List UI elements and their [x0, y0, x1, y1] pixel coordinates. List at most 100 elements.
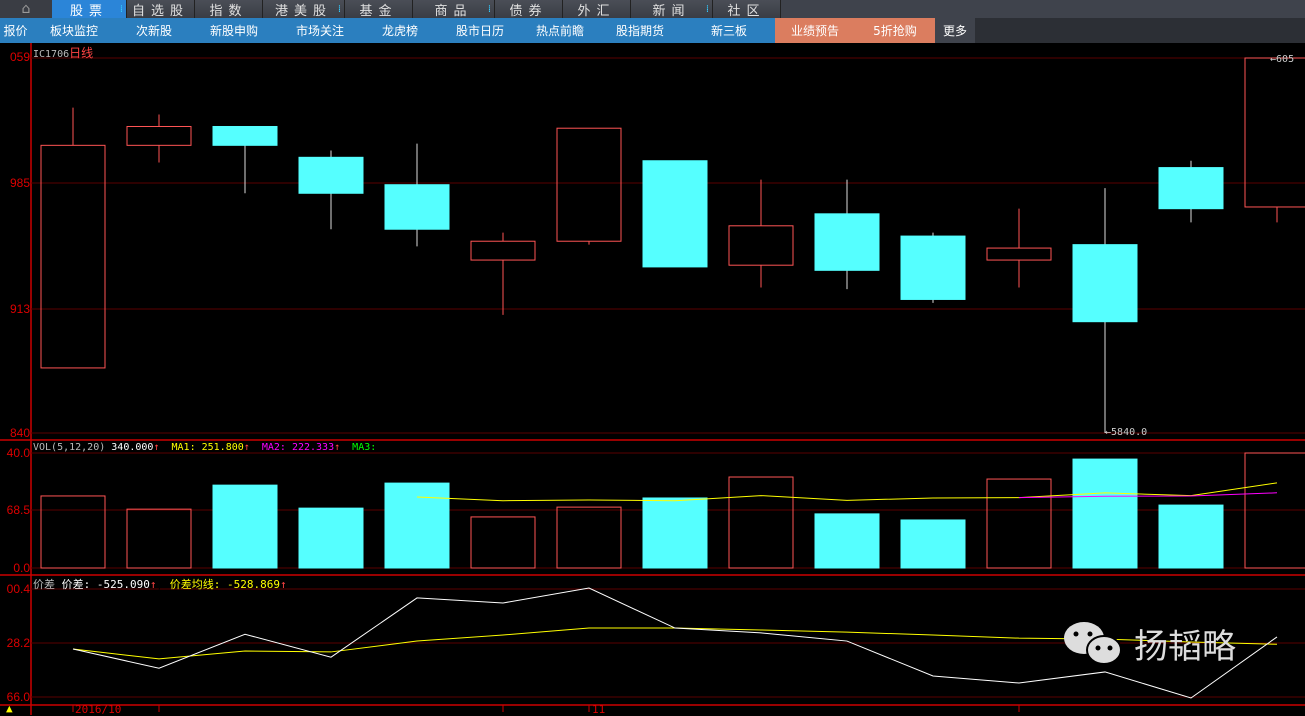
candle-body — [40, 144, 106, 369]
tab-4[interactable]: 基金 — [345, 0, 413, 19]
nav-item-5[interactable]: 龙虎榜 — [363, 18, 437, 43]
spread-axis-label: 66.0 — [6, 690, 30, 704]
nav-item-4[interactable]: 市场关注 — [277, 18, 363, 43]
vol-value: 340.000 — [111, 442, 154, 453]
sub-nav: 报价 板块监控 次新股 新股申购 市场关注 龙虎榜 股市日历 热点前瞻 股指期货 新三板 业绩预告 5… — [0, 18, 1305, 43]
candle-body — [900, 235, 966, 300]
nav-item-11[interactable]: 5折抢购 — [855, 18, 935, 43]
more-icon[interactable]: ⁞ — [706, 4, 709, 15]
volume-bar — [728, 476, 794, 569]
tab-label: 港美股 — [274, 3, 332, 19]
nav-item-9[interactable]: 新三板 — [683, 18, 775, 43]
market-tabs: ⌂ 股票 ⁞ 自选股 指数 港美股 ⁞ 基金 商品 ⁞ 债券 外汇 新闻 ⁞ 社区 — [0, 0, 1305, 19]
low-price: 5840.0 — [1111, 427, 1148, 438]
tab-label: 外汇 — [577, 3, 616, 19]
nav-item-8[interactable]: 股指期货 — [597, 18, 683, 43]
candle-body — [814, 213, 880, 271]
tab-label: 自选股 — [131, 3, 189, 19]
tab-5[interactable]: 商品 ⁞ — [413, 0, 495, 19]
symbol-label: IC1706日线 — [33, 44, 93, 61]
high-price: 605 — [1276, 54, 1295, 65]
low-price-label: ←5840.0 — [1105, 427, 1148, 438]
candle-body — [470, 240, 536, 261]
nav-item-10[interactable]: 业绩预告 — [775, 18, 855, 43]
tab-1[interactable]: 自选股 — [127, 0, 195, 19]
scroll-arrow-icon[interactable]: ▲ — [6, 702, 13, 715]
tab-9[interactable]: 社区 — [713, 0, 781, 19]
high-price-label: ←605 — [1270, 54, 1295, 65]
tab-label: 社区 — [727, 3, 766, 19]
candle-body — [728, 225, 794, 266]
symbol: IC1706 — [33, 49, 70, 60]
volume-bar — [900, 519, 966, 569]
candle-body — [384, 184, 450, 230]
tab-label: 股票 — [69, 3, 108, 19]
tab-label: 新闻 — [652, 3, 691, 19]
tab-3[interactable]: 港美股 ⁞ — [263, 0, 345, 19]
ma1-line — [416, 482, 1278, 502]
tab-6[interactable]: 债券 — [495, 0, 563, 19]
nav-item-6[interactable]: 股市日历 — [437, 18, 523, 43]
vol-axis-label: 0.0 — [13, 561, 30, 575]
volume-bar — [1072, 458, 1138, 569]
tab-label: 指数 — [209, 3, 248, 19]
vol-ma3: MA3: — [352, 442, 377, 453]
volume-bar — [126, 508, 192, 569]
price-axis-label: 840 — [9, 426, 30, 440]
x-axis-label: 11 — [592, 703, 606, 716]
volume-bar — [470, 516, 536, 569]
nav-item-2[interactable]: 次新股 — [117, 18, 191, 43]
candle-body — [1244, 57, 1305, 208]
candle-body — [642, 160, 708, 268]
watermark-text: 扬韬略 — [1134, 626, 1236, 667]
period: 日线 — [69, 46, 94, 60]
tab-label: 基金 — [359, 3, 398, 19]
more-icon[interactable]: ⁞ — [488, 4, 491, 15]
spread-axis-label: 28.2 — [6, 636, 30, 650]
volume-bar — [556, 506, 622, 569]
candle-body — [986, 247, 1052, 261]
nav-item-1[interactable]: 板块监控 — [31, 18, 117, 43]
vol-ma2: MA2: 222.333 — [261, 442, 335, 453]
volume-bar — [814, 513, 880, 569]
watermark: 扬韬略 — [1060, 618, 1236, 668]
nav-item-7[interactable]: 热点前瞻 — [523, 18, 597, 43]
tab-2[interactable]: 指数 — [195, 0, 263, 19]
price-axis-label: 059 — [9, 50, 30, 64]
spread-title: 价差 — [33, 578, 55, 591]
tab-8[interactable]: 新闻 ⁞ — [631, 0, 713, 19]
candle-body — [212, 125, 278, 146]
candle-body — [298, 156, 364, 194]
spread-value: 价差: -525.090 — [61, 578, 150, 591]
volume-bar — [212, 484, 278, 569]
nav-item-3[interactable]: 新股申购 — [191, 18, 277, 43]
vol-legend: VOL(5,12,20) 340.000↑, MA1: 251.800↑, MA… — [33, 442, 377, 453]
spread-axis-label: 00.4 — [6, 582, 30, 596]
candle-body — [1072, 244, 1138, 323]
volume-bar — [40, 495, 106, 569]
tab-label: 债券 — [509, 3, 548, 19]
home-icon[interactable]: ⌂ — [0, 0, 52, 18]
vol-ma1: MA1: 251.800 — [171, 442, 244, 453]
spread-ma-value: 价差均线: -528.869 — [169, 578, 280, 591]
tab-7[interactable]: 外汇 — [563, 0, 631, 19]
volume-bar — [1158, 504, 1224, 569]
more-icon[interactable]: ⁞ — [120, 4, 123, 15]
more-icon[interactable]: ⁞ — [338, 4, 341, 15]
nav-item-12[interactable]: 更多 — [935, 18, 975, 43]
futures-chart — [0, 43, 1305, 715]
volume-bar — [986, 478, 1052, 569]
volume-bar — [298, 507, 364, 569]
nav-item-0[interactable]: 报价 — [0, 18, 31, 43]
vol-axis-label: 40.0 — [6, 446, 30, 460]
candle-body — [1158, 167, 1224, 210]
x-axis-label: 2016/10 — [75, 703, 122, 716]
candle-body — [126, 125, 192, 146]
tab-label: 商品 — [434, 3, 473, 19]
vol-title: VOL(5,12,20) — [33, 442, 106, 453]
candle-body — [556, 127, 622, 242]
price-axis-label: 913 — [9, 302, 30, 316]
spread-legend: 价差 价差: -525.090↑, 价差均线: -528.869↑ — [33, 578, 287, 591]
volume-bar — [384, 482, 450, 569]
tab-0[interactable]: 股票 ⁞ — [52, 0, 127, 19]
